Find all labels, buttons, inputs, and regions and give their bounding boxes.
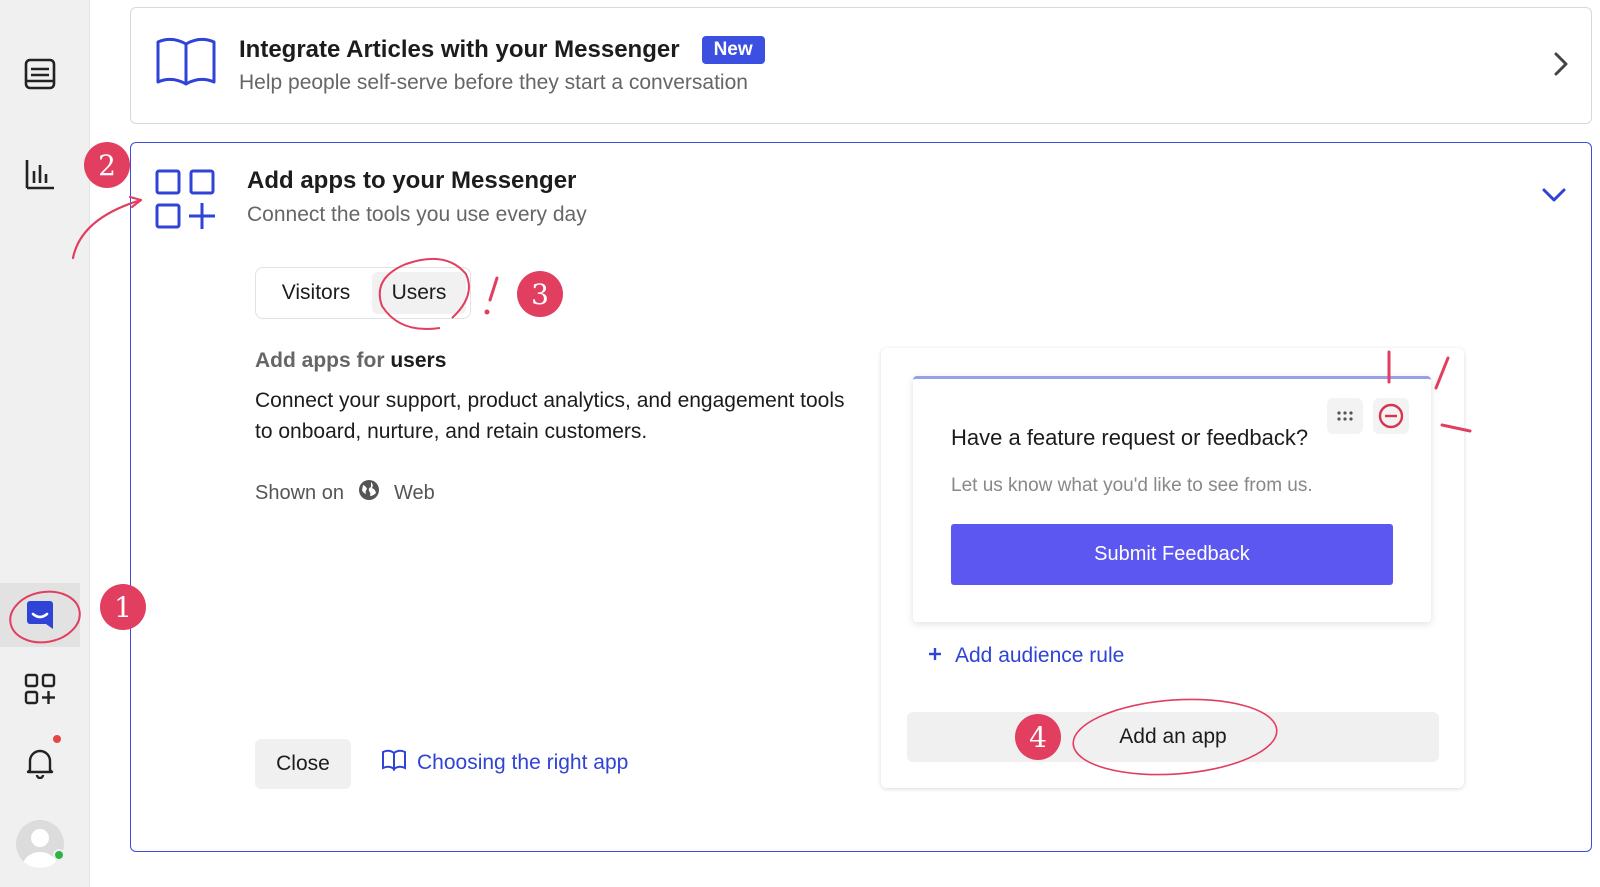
- tab-visitors[interactable]: Visitors: [260, 272, 372, 314]
- messenger-icon[interactable]: [0, 583, 80, 647]
- bell-icon[interactable]: [0, 730, 80, 794]
- annotation-step-1: 1: [100, 584, 146, 630]
- add-audience-rule-link[interactable]: Add audience rule: [927, 644, 1124, 668]
- shown-on-row: Shown on Web: [255, 479, 435, 507]
- widget-title: Have a feature request or feedback?: [951, 425, 1309, 450]
- articles-card-title: Integrate Articles with your Messenger: [239, 36, 680, 63]
- reports-bar-chart-icon[interactable]: [0, 142, 80, 206]
- inbox-icon[interactable]: [0, 42, 80, 106]
- section-heading-audience: users: [390, 349, 447, 372]
- chevron-down-icon[interactable]: [1541, 187, 1567, 208]
- choosing-app-link[interactable]: Choosing the right app: [381, 749, 628, 777]
- tab-users[interactable]: Users: [372, 272, 466, 314]
- shown-on-label: Shown on: [255, 481, 344, 504]
- section-description: Connect your support, product analytics,…: [255, 389, 845, 443]
- articles-card-subtitle: Help people self-serve before they start…: [239, 71, 748, 94]
- apps-card-subtitle: Connect the tools you use every day: [247, 203, 587, 226]
- choosing-app-link-label: Choosing the right app: [417, 751, 629, 774]
- shown-on-value: Web: [393, 481, 435, 504]
- articles-integration-card[interactable]: Integrate Articles with your Messenger N…: [130, 7, 1592, 124]
- drag-handle-icon[interactable]: [1327, 398, 1363, 434]
- apps-grid-plus-icon[interactable]: [0, 657, 80, 721]
- annotation-step-3: 3: [517, 271, 563, 317]
- plus-icon: [927, 644, 943, 668]
- add-apps-card: Add apps to your Messenger Connect the t…: [130, 142, 1592, 852]
- add-audience-rule-label: Add audience rule: [955, 644, 1125, 667]
- apps-card-title: Add apps to your Messenger: [247, 167, 577, 194]
- feedback-widget-card[interactable]: Have a feature request or feedback? Let …: [913, 376, 1431, 622]
- section-heading-prefix: Add apps for: [255, 349, 385, 372]
- submit-feedback-button[interactable]: Submit Feedback: [951, 524, 1393, 585]
- close-button[interactable]: Close: [255, 739, 351, 789]
- annotation-step-4: 4: [1015, 714, 1061, 760]
- left-sidebar: [0, 0, 90, 887]
- add-app-button[interactable]: Add an app: [907, 712, 1439, 762]
- app-preview-panel: Have a feature request or feedback? Let …: [881, 348, 1464, 788]
- new-badge: New: [701, 36, 765, 64]
- online-status-dot: [53, 849, 65, 861]
- book-open-icon: [155, 36, 217, 93]
- chevron-right-icon[interactable]: [1553, 51, 1569, 82]
- audience-segmented-control: Visitors Users: [255, 267, 471, 319]
- apps-grid-plus-icon: [155, 169, 215, 234]
- book-open-icon: [381, 749, 407, 777]
- notification-dot: [53, 735, 61, 743]
- widget-tools: [1327, 398, 1409, 434]
- section-heading: Add apps for users: [255, 349, 446, 373]
- globe-icon: [358, 479, 380, 507]
- annotation-step-2: 2: [84, 142, 130, 188]
- widget-subtitle: Let us know what you'd like to see from …: [951, 475, 1313, 496]
- remove-circle-icon[interactable]: [1373, 398, 1409, 434]
